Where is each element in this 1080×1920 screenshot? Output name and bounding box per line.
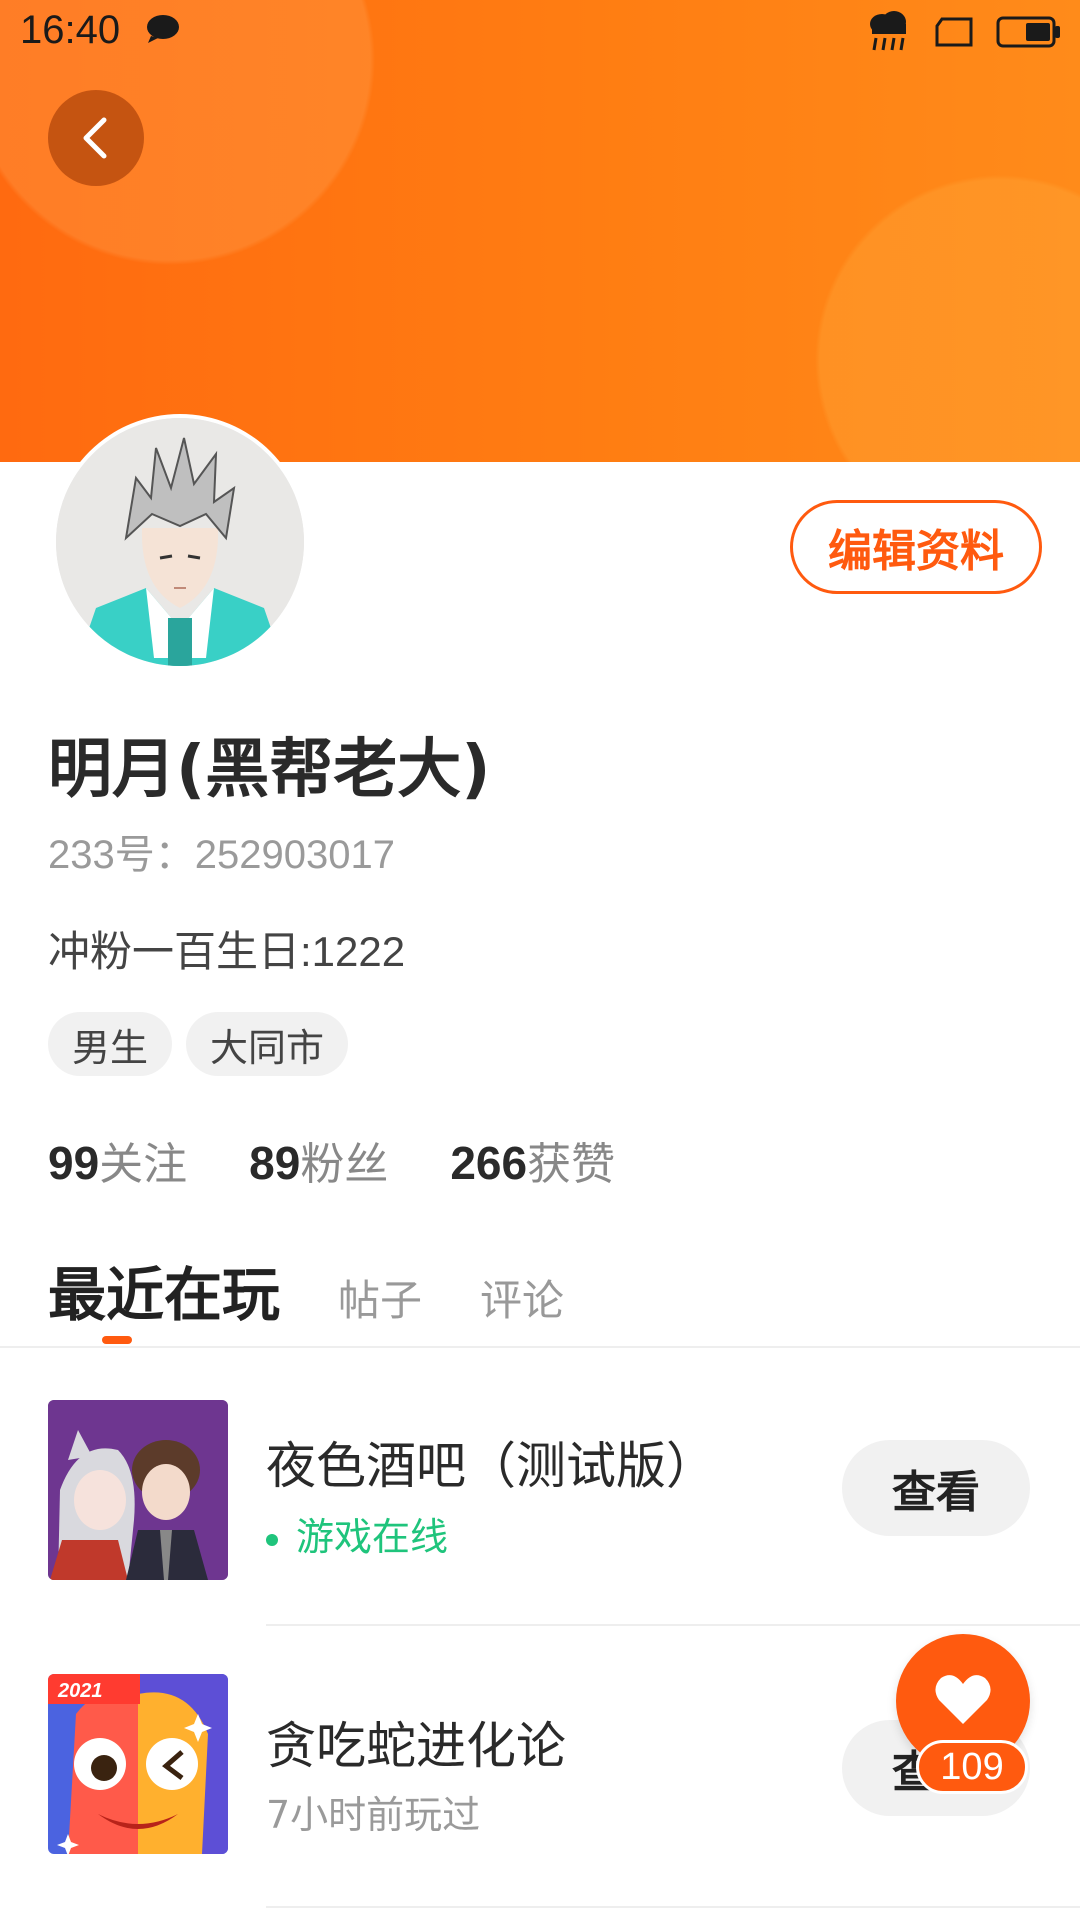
profile-stats: 99关注 89粉丝 266获赞 (48, 1128, 615, 1192)
stat-following[interactable]: 99关注 (48, 1128, 187, 1192)
game-status-online: 游戏在线 (266, 1506, 448, 1561)
profile-tags: 男生 大同市 (48, 1012, 349, 1076)
game-icon-snake: 2021 (48, 1674, 228, 1854)
message-icon (147, 15, 179, 43)
heart-icon (935, 1675, 991, 1724)
tab-active-indicator (102, 1336, 132, 1344)
stat-fans[interactable]: 89粉丝 (249, 1128, 388, 1192)
view-button[interactable]: 查看 (842, 1440, 1030, 1536)
game-last-played: 7小时前玩过 (266, 1793, 481, 1837)
like-count-badge: 109 (916, 1740, 1028, 1794)
profile-uid: 233号：252903017 (48, 833, 395, 877)
back-button[interactable] (48, 90, 144, 186)
game-badge-year: 2021 (57, 1680, 103, 1702)
sim-card-icon (935, 17, 973, 47)
tabs-divider (0, 1346, 1080, 1348)
battery-icon (996, 16, 1060, 48)
online-dot-icon (266, 1533, 278, 1546)
stat-fans-label: 粉丝 (300, 1139, 389, 1190)
game-row[interactable]: 夜色酒吧（测试版） 游戏在线 查看 (0, 1400, 1080, 1620)
profile-name: 明月(黑帮老大) (48, 733, 491, 807)
avatar-image (56, 418, 304, 666)
status-icons (866, 10, 1062, 54)
status-time: 16:40 (20, 8, 121, 52)
row-divider (266, 1906, 1080, 1908)
game-title: 贪吃蛇进化论 (266, 1717, 566, 1775)
tag-gender: 男生 (48, 1012, 173, 1076)
tab-comments[interactable]: 评论 (480, 1267, 564, 1328)
stat-following-count: 99 (48, 1137, 100, 1189)
chevron-left-icon (83, 117, 107, 159)
profile-banner: 16:40 (0, 0, 1080, 462)
weather-rain-icon (870, 11, 906, 51)
stat-likes[interactable]: 266获赞 (450, 1128, 615, 1192)
stat-likes-count: 266 (450, 1137, 528, 1189)
stat-following-label: 关注 (99, 1139, 188, 1190)
stat-fans-count: 89 (249, 1137, 301, 1189)
profile-tabs: 最近在玩 帖子 评论 (48, 1248, 564, 1332)
tag-city: 大同市 (186, 1012, 349, 1076)
game-icon-night-bar (48, 1400, 228, 1580)
tab-posts[interactable]: 帖子 (338, 1267, 422, 1328)
game-title: 夜色酒吧（测试版） (266, 1437, 716, 1495)
status-bar: 16:40 (0, 0, 1080, 64)
tab-recent-playing[interactable]: 最近在玩 (48, 1248, 280, 1332)
profile-bio: 冲粉一百生日:1222 (48, 928, 406, 975)
row-divider (266, 1624, 1080, 1626)
edit-profile-button[interactable]: 编辑资料 (790, 500, 1042, 594)
avatar[interactable] (52, 414, 308, 670)
stat-likes-label: 获赞 (527, 1139, 616, 1190)
